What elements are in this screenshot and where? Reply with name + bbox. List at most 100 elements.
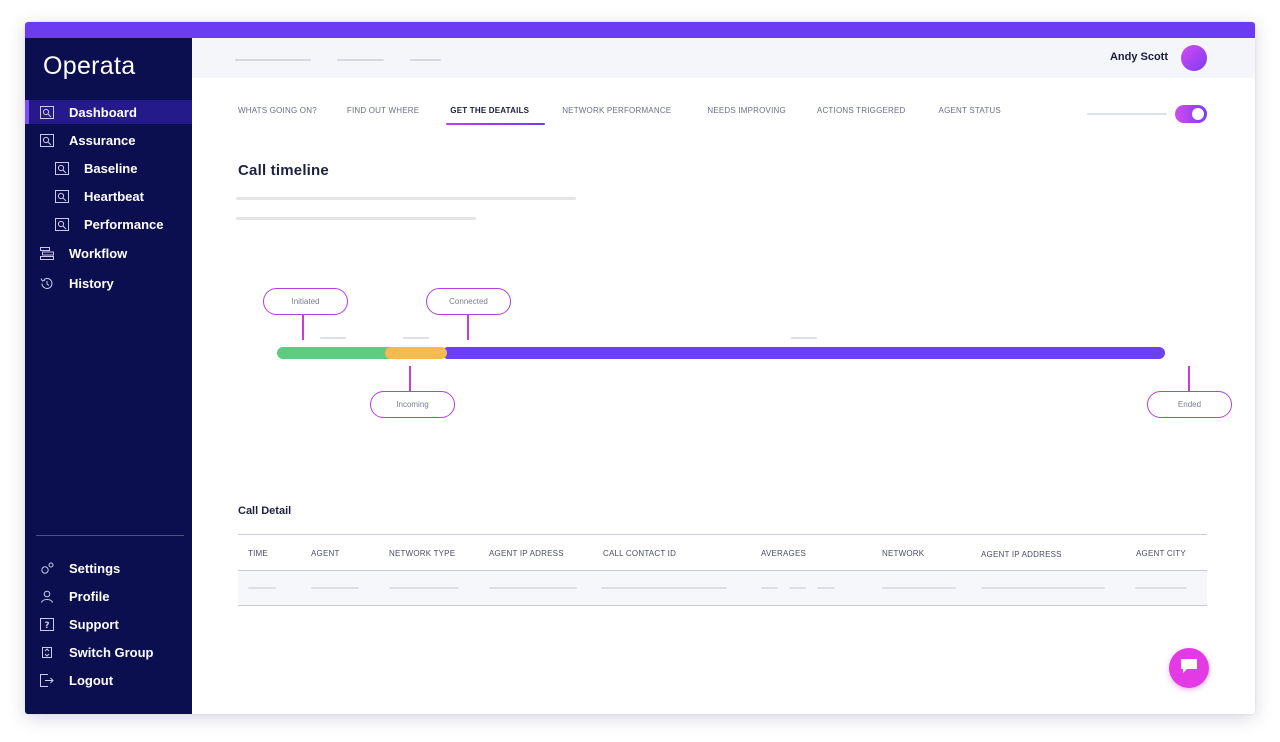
cell-placeholder — [1135, 587, 1187, 589]
avatar[interactable] — [1181, 45, 1207, 71]
breadcrumb-placeholder — [337, 59, 384, 61]
sidebar-item-switch-group[interactable]: Switch Group — [25, 640, 192, 664]
initiated-connector — [302, 314, 304, 340]
sidebar: Operata Dashboard Assurance Baseline Hea… — [25, 38, 192, 714]
cell-placeholder — [389, 587, 459, 589]
sidebar-item-label: Workflow — [69, 245, 128, 261]
timeline-tick — [320, 337, 346, 339]
cell-placeholder — [882, 587, 956, 589]
top-header: Andy Scott — [192, 38, 1255, 78]
tab-find-out-where[interactable]: FIND OUT WHERE — [347, 106, 419, 130]
timeline-connected-segment — [442, 347, 1165, 359]
cell-placeholder — [601, 587, 727, 589]
switch-group-icon — [40, 646, 54, 659]
workflow-icon — [40, 246, 54, 260]
subtitle-placeholder — [236, 217, 476, 220]
baseline-icon — [55, 161, 69, 175]
col-agent-ip-adress[interactable]: AGENT IP ADRESS — [489, 549, 564, 558]
sidebar-item-label: Settings — [69, 560, 121, 576]
support-icon: ? — [40, 617, 54, 631]
col-agent-ip-address[interactable]: AGENT IP ADDRESS — [981, 550, 1062, 559]
connected-connector — [467, 314, 469, 340]
tab-actions-triggered[interactable]: ACTIONS TRIGGERED — [817, 106, 906, 130]
sidebar-item-label: Assurance — [69, 132, 136, 148]
col-time[interactable]: TIME — [248, 549, 268, 558]
cell-placeholder — [761, 587, 778, 589]
app-logo: Operata — [43, 52, 136, 80]
history-icon — [40, 277, 54, 290]
sidebar-item-label: History — [69, 275, 114, 291]
cell-placeholder — [248, 587, 276, 589]
assurance-icon — [40, 133, 54, 147]
cell-placeholder — [311, 587, 359, 589]
sidebar-item-label: Support — [69, 616, 119, 632]
heartbeat-icon — [55, 189, 69, 203]
view-toggle[interactable] — [1175, 105, 1207, 123]
sidebar-item-support[interactable]: ? Support — [25, 612, 192, 636]
sidebar-item-label: Logout — [69, 672, 114, 688]
sidebar-item-label: Switch Group — [69, 644, 154, 660]
sidebar-item-settings[interactable]: Settings — [25, 556, 192, 580]
main-content: Andy Scott WHATS GOING ON? FIND OUT WHER… — [192, 38, 1255, 714]
subtitle-placeholder — [236, 197, 576, 200]
ended-connector — [1188, 366, 1190, 391]
sidebar-item-assurance[interactable]: Assurance — [25, 128, 192, 152]
table-row[interactable] — [238, 571, 1207, 605]
timeline-incoming-segment — [385, 347, 447, 359]
call-detail-title: Call Detail — [238, 505, 292, 517]
col-agent[interactable]: AGENT — [311, 549, 340, 558]
app-window: Operata Dashboard Assurance Baseline Hea… — [25, 22, 1255, 714]
sidebar-item-workflow[interactable]: Workflow — [25, 241, 192, 265]
sidebar-item-heartbeat[interactable]: Heartbeat — [25, 184, 192, 208]
incoming-connector — [409, 366, 411, 391]
cell-placeholder — [817, 587, 835, 589]
section-title: Call timeline — [238, 162, 329, 179]
ended-event-pill[interactable]: Ended — [1147, 391, 1232, 418]
sidebar-item-label: Performance — [84, 216, 164, 232]
sidebar-item-label: Heartbeat — [84, 188, 144, 204]
sidebar-item-label: Profile — [69, 588, 110, 604]
col-agent-city[interactable]: AGENT CITY — [1136, 549, 1186, 558]
timeline-initiated-segment — [277, 347, 397, 359]
tab-agent-status[interactable]: AGENT STATUS — [939, 106, 1001, 130]
performance-icon — [55, 217, 69, 231]
initiated-event-pill[interactable]: Initiated — [263, 288, 348, 315]
sidebar-item-label: Dashboard — [69, 104, 137, 120]
sidebar-item-performance[interactable]: Performance — [25, 212, 192, 236]
col-averages[interactable]: AVERAGES — [761, 549, 806, 558]
table-header: TIME AGENT NETWORK TYPE AGENT IP ADRESS … — [238, 535, 1207, 570]
incoming-event-pill[interactable]: Incoming — [370, 391, 455, 418]
chat-icon — [1179, 657, 1199, 680]
settings-icon — [40, 562, 54, 575]
cell-placeholder — [981, 587, 1105, 589]
svg-text:?: ? — [44, 621, 49, 631]
sidebar-item-baseline[interactable]: Baseline — [25, 156, 192, 180]
sidebar-item-dashboard[interactable]: Dashboard — [25, 100, 192, 124]
sidebar-item-logout[interactable]: Logout — [25, 668, 192, 692]
tab-network-performance[interactable]: NETWORK PERFORMANCE — [562, 106, 671, 130]
connected-event-pill[interactable]: Connected — [426, 288, 511, 315]
dashboard-icon — [40, 105, 54, 119]
tab-whats-going-on[interactable]: WHATS GOING ON? — [238, 106, 317, 130]
sidebar-item-profile[interactable]: Profile — [25, 584, 192, 608]
logout-icon — [40, 673, 54, 687]
col-call-contact-id[interactable]: CALL CONTACT ID — [603, 549, 676, 558]
col-network[interactable]: NETWORK — [882, 549, 924, 558]
profile-icon — [40, 590, 54, 603]
sidebar-divider — [36, 535, 184, 536]
timeline-tick — [791, 337, 817, 339]
toggle-label-placeholder — [1087, 113, 1167, 115]
breadcrumb-placeholder — [235, 59, 311, 61]
chat-button[interactable] — [1169, 648, 1209, 688]
toggle-knob — [1192, 108, 1204, 120]
cell-placeholder — [789, 587, 806, 589]
top-accent-strip — [25, 22, 1255, 38]
table-divider — [238, 605, 1207, 606]
sidebar-item-history[interactable]: History — [25, 271, 192, 295]
tab-needs-improving[interactable]: NEEDS IMPROVING — [707, 106, 786, 130]
tab-get-the-details[interactable]: GET THE DEATAILS — [446, 106, 546, 130]
sidebar-item-label: Baseline — [84, 160, 138, 176]
col-network-type[interactable]: NETWORK TYPE — [389, 549, 455, 558]
user-name[interactable]: Andy Scott — [1110, 51, 1168, 63]
tab-bar: WHATS GOING ON? FIND OUT WHERE GET THE D… — [238, 106, 1001, 130]
